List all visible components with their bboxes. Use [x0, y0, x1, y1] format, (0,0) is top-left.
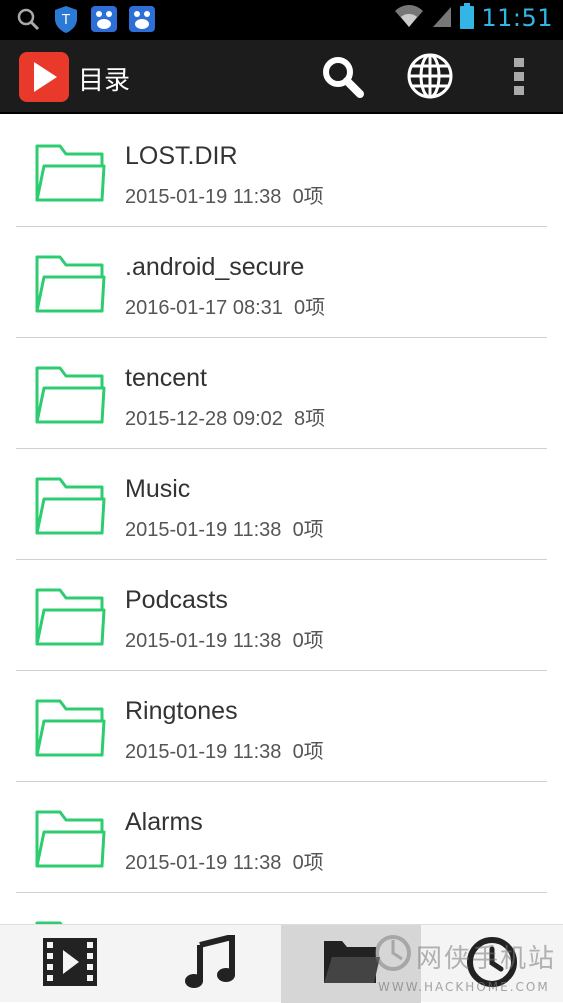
folder-icon	[34, 806, 106, 870]
folder-icon	[34, 695, 106, 759]
list-item[interactable]: Music 2015-01-19 11:38 0项	[16, 449, 547, 560]
folder-date: 2015-01-19 11:38	[125, 519, 282, 541]
folder-meta: 2015-01-19 11:38 0项	[125, 513, 324, 542]
baidu-icon	[128, 4, 156, 34]
list-item[interactable]: Ringtones 2015-01-19 11:38 0项	[16, 671, 547, 782]
search-icon	[320, 54, 364, 102]
folder-count: 0项	[292, 630, 324, 652]
folder-icon	[34, 917, 106, 924]
folder-icon	[34, 362, 106, 426]
overflow-menu-button[interactable]	[495, 54, 543, 102]
app-logo-icon[interactable]	[19, 52, 69, 102]
folder-count: 0项	[292, 852, 324, 874]
folder-name: Ringtones	[125, 697, 238, 725]
folder-date: 2015-12-28 09:02	[125, 408, 283, 430]
folder-count: 0项	[292, 741, 324, 763]
globe-icon	[406, 52, 454, 104]
search-icon	[14, 4, 42, 34]
overflow-menu-icon	[512, 56, 526, 100]
battery-icon	[459, 2, 475, 34]
folder-count: 8项	[294, 408, 326, 430]
list-item[interactable]: Podcasts 2015-01-19 11:38 0项	[16, 560, 547, 671]
shield-icon: T	[52, 4, 80, 34]
folder-meta: 2015-12-28 09:02 8项	[125, 402, 325, 431]
folder-count: 0项	[294, 297, 326, 319]
folder-icon	[322, 937, 380, 991]
history-icon	[465, 935, 519, 993]
status-time: 11:51	[481, 4, 553, 32]
list-item[interactable]: Alarms 2015-01-19 11:38 0项	[16, 782, 547, 893]
list-item[interactable]: .android_secure 2016-01-17 08:31 0项	[16, 227, 547, 338]
wifi-icon	[393, 3, 425, 33]
folder-list[interactable]: LOST.DIR 2015-01-19 11:38 0项 .android_se…	[0, 116, 563, 924]
folder-date: 2016-01-17 08:31	[125, 297, 283, 319]
folder-meta: 2015-01-19 11:38 0项	[125, 180, 324, 209]
folder-icon	[34, 473, 106, 537]
folder-name: Podcasts	[125, 586, 228, 614]
folder-name: tencent	[125, 364, 208, 392]
folder-date: 2015-01-19 11:38	[125, 741, 282, 763]
folder-name: LOST.DIR	[125, 142, 238, 170]
folder-icon	[34, 584, 106, 648]
folder-date: 2015-01-19 11:38	[125, 186, 282, 208]
folder-meta: 2016-01-17 08:31 0项	[125, 291, 325, 320]
svg-text:T: T	[61, 13, 70, 28]
folder-count: 0项	[292, 519, 324, 541]
folder-name: Alarms	[125, 808, 203, 836]
list-item[interactable]: tencent 2015-12-28 09:02 8项	[16, 338, 547, 449]
tab-music[interactable]	[140, 925, 280, 1003]
folder-icon	[34, 251, 106, 315]
folder-icon	[34, 140, 106, 204]
status-bar: T 11:51	[0, 0, 563, 40]
folder-meta: 2015-01-19 11:38 0项	[125, 735, 324, 764]
list-item-partial[interactable]	[16, 893, 547, 924]
list-item[interactable]: LOST.DIR 2015-01-19 11:38 0项	[16, 116, 547, 227]
folder-date: 2015-01-19 11:38	[125, 630, 282, 652]
folder-meta: 2015-01-19 11:38 0项	[125, 624, 324, 653]
music-icon	[184, 933, 236, 993]
folder-date: 2015-01-19 11:38	[125, 852, 282, 874]
video-icon	[41, 936, 99, 992]
baidu-icon	[90, 4, 118, 34]
folder-name: Music	[125, 475, 191, 503]
page-title: 目录	[78, 66, 131, 96]
search-button[interactable]	[318, 54, 366, 102]
folder-count: 0项	[292, 186, 324, 208]
tab-folder[interactable]	[281, 925, 421, 1003]
globe-button[interactable]	[406, 52, 454, 104]
tab-video[interactable]	[0, 925, 140, 1003]
bottom-nav	[0, 924, 563, 1003]
signal-icon	[431, 3, 453, 33]
folder-name: .android_secure	[125, 253, 305, 281]
folder-meta: 2015-01-19 11:38 0项	[125, 846, 324, 875]
tab-history[interactable]	[422, 925, 562, 1003]
action-bar: 目录	[0, 40, 563, 114]
